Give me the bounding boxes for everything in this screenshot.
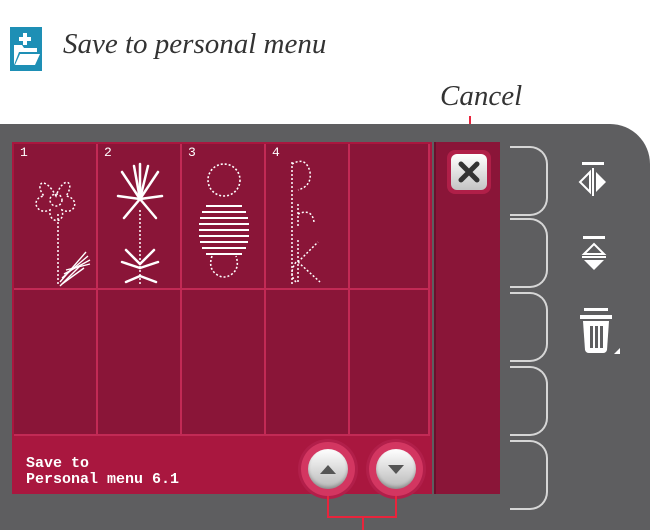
cancel-callout-label: Cancel	[440, 80, 523, 112]
daisy-stitch-icon	[116, 162, 164, 286]
scroll-down-button[interactable]	[369, 442, 423, 496]
mirror-side-to-side-icon[interactable]	[578, 162, 608, 201]
mirror-end-to-end-icon[interactable]	[580, 236, 610, 277]
arrow-down-icon	[376, 449, 416, 489]
hw-button-5[interactable]	[510, 440, 548, 510]
status-text: Save to Personal menu 6.1	[26, 456, 179, 488]
stitch-cell-4[interactable]: 4	[266, 144, 350, 290]
stitch-cell-7[interactable]	[98, 290, 182, 436]
trash-icon[interactable]	[578, 308, 622, 363]
status-line-1: Save to	[26, 455, 90, 472]
hw-button-4[interactable]	[510, 366, 548, 436]
status-line-2: Personal menu 6.1	[26, 471, 180, 488]
stitch-cell-3[interactable]: 3	[182, 144, 266, 290]
snowman-stitch-icon	[199, 163, 249, 278]
stitch-grid: 1 2 3 4	[14, 144, 430, 436]
stitch-cell-1[interactable]: 1	[14, 144, 98, 290]
stitch-cell-5[interactable]	[350, 144, 430, 290]
side-column	[434, 142, 500, 494]
scroll-up-button[interactable]	[301, 442, 355, 496]
folder-save-icon	[10, 27, 42, 71]
flower-stitch-icon	[35, 181, 91, 287]
stitch-cell-8[interactable]	[182, 290, 266, 436]
hw-button-2[interactable]	[510, 218, 548, 288]
cancel-button[interactable]	[447, 150, 491, 194]
close-icon	[451, 154, 487, 190]
stitch-cell-10[interactable]	[350, 290, 430, 436]
arrow-up-icon	[308, 449, 348, 489]
letters-stitch-icon	[291, 160, 321, 286]
stitch-cell-6[interactable]	[14, 290, 98, 436]
scroll-leader-right	[395, 496, 397, 518]
scroll-leader-stem	[362, 516, 364, 530]
stitch-cell-9[interactable]	[266, 290, 350, 436]
scroll-leader-left	[327, 496, 329, 518]
stitch-cell-2[interactable]: 2	[98, 144, 182, 290]
hw-button-1[interactable]	[510, 146, 548, 216]
page-title: Save to personal menu	[63, 28, 327, 60]
hw-button-3[interactable]	[510, 292, 548, 362]
